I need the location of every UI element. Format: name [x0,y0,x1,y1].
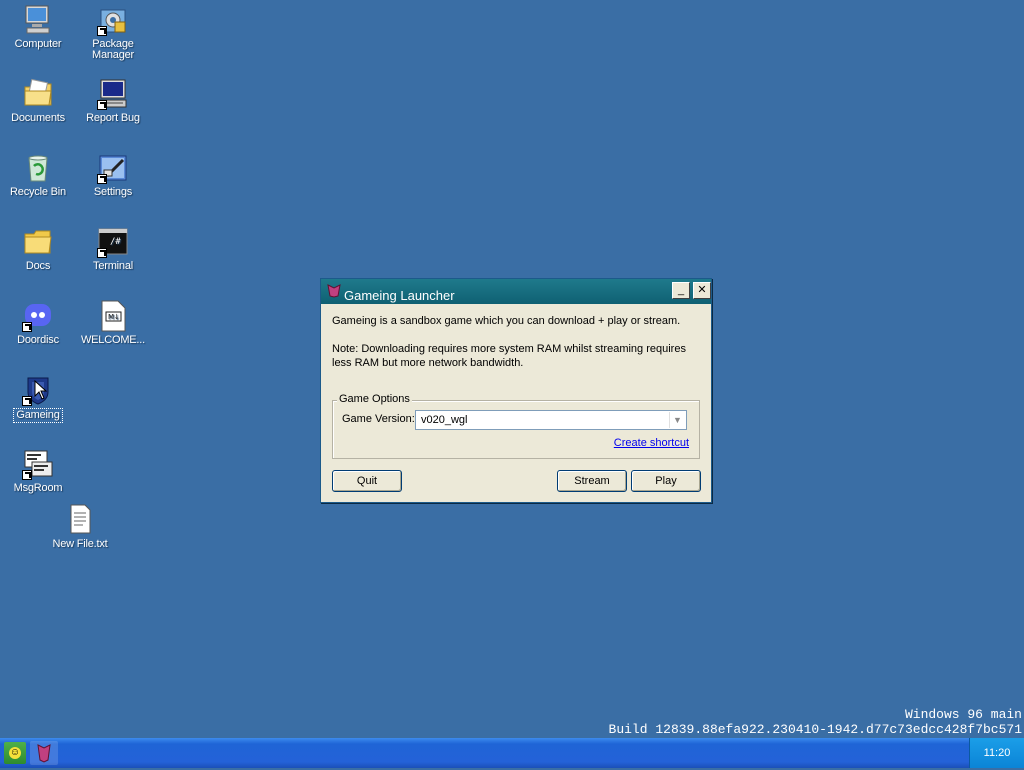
desktop-icon-label: Documents [11,112,65,124]
desktop-icon-documents[interactable]: Documents [1,78,75,128]
minimize-icon: _ [677,284,685,296]
intro-text: Gameing is a sandbox game which you can … [332,315,681,327]
desktop-icon-recycle-bin[interactable]: Recycle Bin [1,152,75,202]
desktop-icon-label: Report Bug [86,112,140,124]
report-bug-icon [97,78,129,110]
desktop-icon-settings[interactable]: Settings [76,152,150,202]
window-titlebar[interactable]: Gameing Launcher _ ✕ [321,279,711,304]
desktop-icon-label: Computer [14,38,62,50]
desktop-icon-new-file[interactable]: New File.txt [43,504,117,554]
desktop-icon-msgroom[interactable]: MsgRoom [1,448,75,498]
markdown-file-icon: M↓ [97,300,129,332]
desktop-icon-computer[interactable]: Computer [1,4,75,54]
desktop-icon-docs[interactable]: Docs [1,226,75,276]
folder-icon [22,226,54,258]
desktop-icon-gameing[interactable]: Gameing [1,374,75,426]
taskbar: ☺ 11:20 [0,738,1024,768]
play-button[interactable]: Play [631,470,701,492]
note-text: Note: Downloading requires more system R… [332,343,686,369]
start-button[interactable]: ☺ [4,742,26,764]
desktop-icon-label: Gameing [13,408,63,423]
package-manager-icon [97,4,129,36]
desktop-icon-doordisc[interactable]: Doordisc [1,300,75,350]
game-options-group: Game Options Game Version: v020_wgl ▼ Cr… [332,393,700,459]
terminal-glyph: /# [110,237,121,247]
minimize-button[interactable]: _ [672,282,690,299]
desktop-icon-welcome[interactable]: M↓ WELCOME... [76,300,150,350]
desktop-icon-label: Terminal [93,260,133,272]
desktop-icon-label: MsgRoom [13,482,63,494]
text-file-icon [64,504,96,536]
window-body: Gameing is a sandbox game which you can … [321,304,711,502]
stream-button[interactable]: Stream [557,470,627,492]
quit-button[interactable]: Quit [332,470,402,492]
recycle-bin-icon [22,152,54,184]
desktop-icon-label: New File.txt [52,538,108,550]
chevron-down-icon[interactable]: ▼ [669,412,685,428]
gameing-icon [22,374,54,406]
doordisc-icon [22,300,54,332]
game-version-value: v020_wgl [421,414,468,426]
desktop-icon-label: WELCOME... [80,334,145,346]
game-version-select[interactable]: v020_wgl ▼ [415,410,687,430]
taskbar-item-gameing-launcher[interactable] [30,741,58,765]
desktop-icon-label: Doordisc [17,334,59,346]
clock: 11:20 [983,747,1011,759]
documents-folder-icon [22,78,54,110]
terminal-icon: /# [97,226,129,258]
build-info: Windows 96 main Build 12839.88efa922.230… [609,707,1022,737]
gameing-app-icon [327,284,341,298]
close-icon: ✕ [697,284,707,296]
gameing-app-icon [37,744,51,763]
version-label: Game Version: [342,413,415,425]
window-title: Gameing Launcher [344,288,455,303]
msgroom-icon [22,448,54,480]
desktop-icon-label: Package Manager [91,38,134,61]
desktop-icon-label: Settings [93,186,133,198]
desktop-icon-label: Recycle Bin [10,186,66,198]
desktop-icon-terminal[interactable]: /# Terminal [76,226,150,276]
create-shortcut-link[interactable]: Create shortcut [614,437,689,449]
system-tray[interactable]: 11:20 [969,738,1024,768]
computer-icon [22,4,54,36]
welcome-glyph: M↓ [108,313,120,321]
desktop-icon-report-bug[interactable]: Report Bug [76,78,150,128]
gameing-launcher-window[interactable]: Gameing Launcher _ ✕ Gameing is a sandbo… [320,278,712,503]
build-line-number: Build 12839.88efa922.230410-1942.d77c73e… [608,722,1022,737]
mouse-cursor-icon [34,380,48,400]
start-icon: ☺ [9,747,21,759]
desktop: Computer Package Manager Documents Repor… [0,0,1024,738]
settings-icon [97,152,129,184]
group-title: Game Options [337,393,412,405]
build-line-os: Windows 96 main [904,707,1022,722]
desktop-icon-label: Docs [25,260,51,272]
close-button[interactable]: ✕ [693,282,711,299]
desktop-icon-package-manager[interactable]: Package Manager [76,4,150,65]
